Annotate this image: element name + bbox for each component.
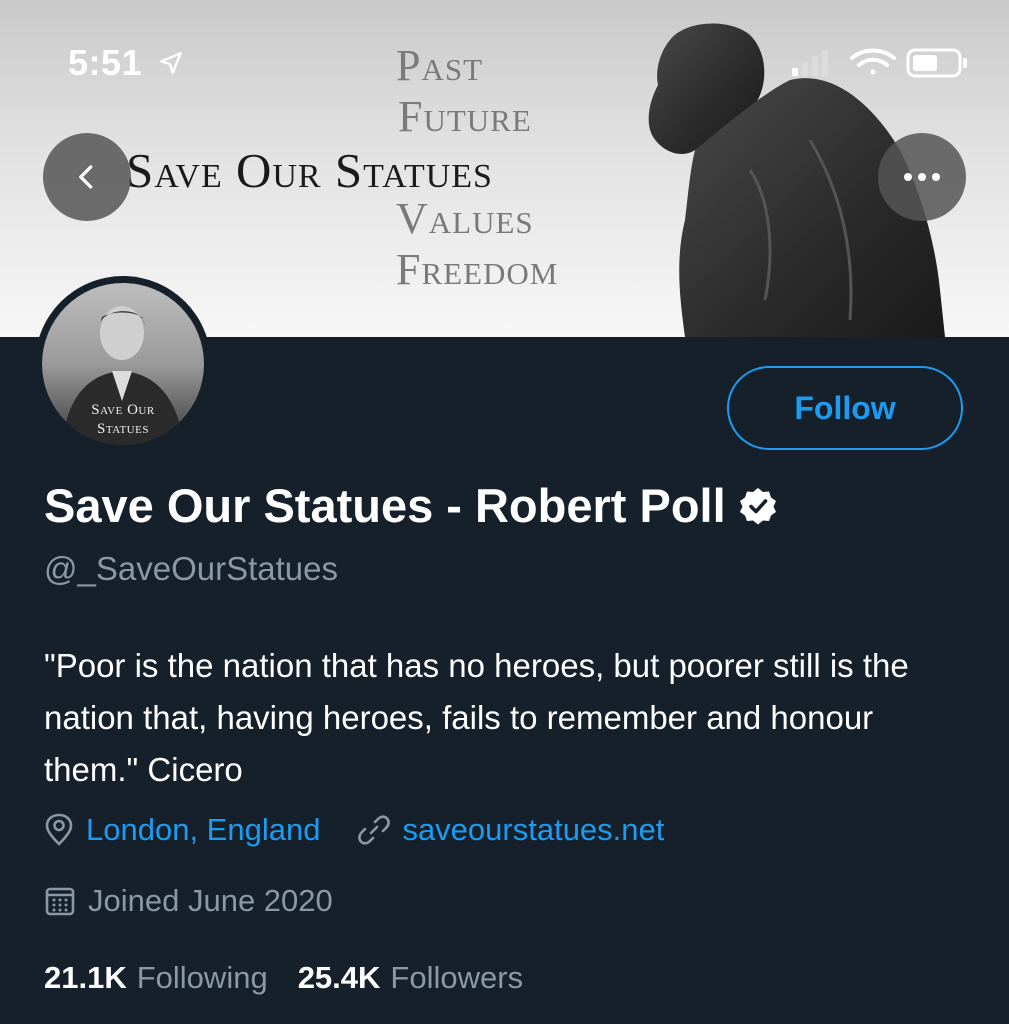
location-services-icon (160, 52, 182, 74)
follow-button[interactable]: Follow (727, 366, 963, 450)
profile-joined-row: Joined June 2020 (44, 883, 371, 919)
followers-stat[interactable]: 25.4K Followers (298, 960, 523, 996)
followers-count: 25.4K (297, 960, 381, 995)
avatar[interactable]: Save Our Statues (35, 276, 211, 452)
joined-item: Joined June 2020 (44, 883, 333, 919)
banner-word: Past (396, 41, 484, 90)
location-text[interactable]: London, England (86, 812, 320, 848)
wifi-icon (850, 48, 896, 75)
back-button[interactable] (43, 133, 131, 221)
avatar-caption: Save Our Statues (42, 401, 204, 439)
more-horizontal-icon (904, 173, 940, 181)
website-link[interactable]: saveourstatues.net (402, 812, 664, 848)
website-item: saveourstatues.net (358, 812, 664, 848)
banner-word: Future (398, 92, 532, 141)
status-icons (792, 48, 967, 78)
profile-stats: 21.1K Following 25.4K Followers (44, 960, 553, 996)
display-name-text: Save Our Statues - Robert Poll (44, 479, 726, 532)
following-stat[interactable]: 21.1K Following (44, 960, 268, 996)
location-pin-icon (45, 813, 73, 846)
cellular-signal-icon (792, 50, 828, 76)
link-icon (358, 815, 391, 845)
following-label: Following (136, 960, 268, 995)
banner-title: Save Our Statues (126, 143, 493, 198)
more-options-button[interactable] (878, 133, 966, 221)
profile-bio: "Poor is the nation that has no heroes, … (44, 647, 909, 788)
location-item: London, England (44, 812, 320, 848)
display-name: Save Our Statues - Robert Poll (44, 478, 778, 533)
verified-badge-icon[interactable] (738, 486, 778, 526)
banner-word: Freedom (396, 245, 559, 294)
joined-text: Joined June 2020 (88, 883, 333, 918)
avatar-image: Save Our Statues (42, 283, 204, 445)
following-count: 21.1K (44, 960, 127, 995)
status-time: 5:51 (68, 42, 143, 83)
avatar-caption-line: Save Our (91, 402, 155, 418)
banner-word: Values (396, 194, 534, 243)
avatar-caption-line: Statues (97, 421, 149, 437)
battery-icon (906, 48, 967, 78)
profile-handle: @_SaveOurStatues (44, 550, 338, 587)
followers-label: Followers (390, 960, 524, 995)
chevron-left-icon (79, 165, 93, 189)
calendar-icon (45, 887, 75, 916)
profile-meta-row: London, England saveourstatues.net (44, 812, 702, 848)
